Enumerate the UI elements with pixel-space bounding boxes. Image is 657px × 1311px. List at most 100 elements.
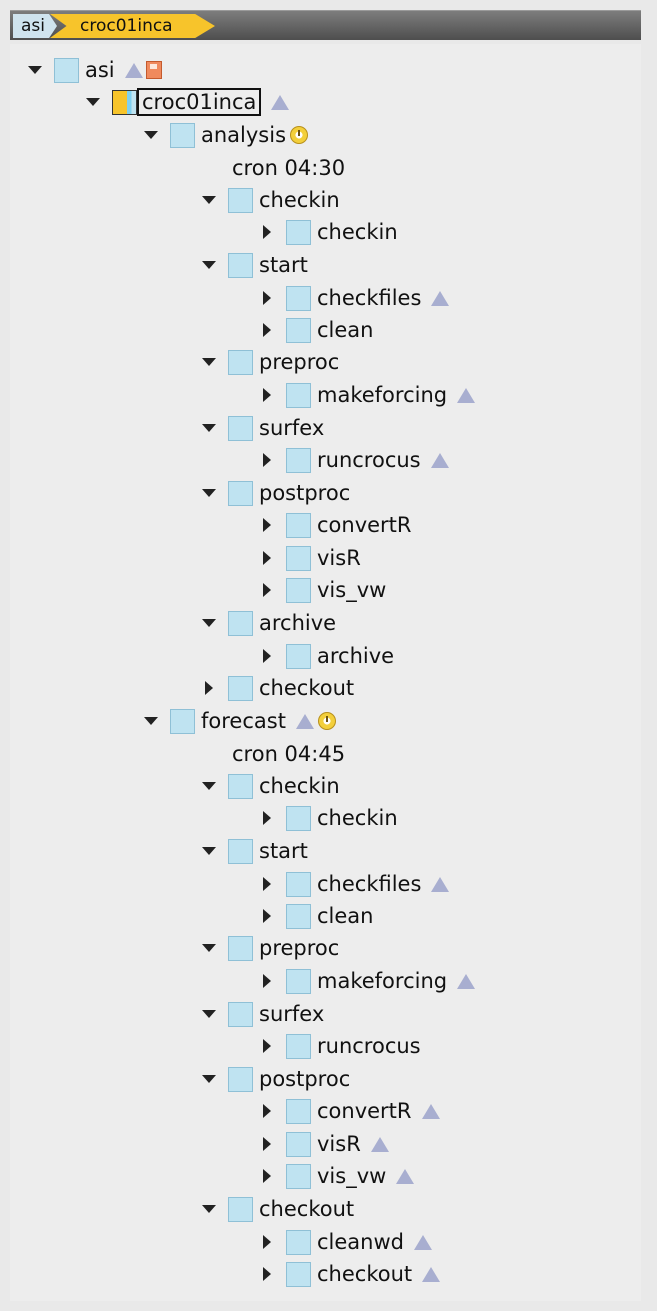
tree-node-preproc[interactable]: preproc: [198, 348, 339, 376]
tree-node-convertR[interactable]: convertR: [256, 1097, 440, 1125]
status-box-icon: [228, 838, 253, 864]
collapse-icon[interactable]: [256, 287, 278, 309]
tree-node-makeforcing[interactable]: makeforcing: [256, 967, 476, 995]
tree-node-clean[interactable]: clean: [256, 902, 373, 930]
status-box-icon: [286, 382, 311, 408]
expand-icon[interactable]: [198, 1003, 220, 1025]
up-arrow-icon: [422, 1266, 441, 1282]
tree-node-vis-vw[interactable]: vis_vw: [256, 576, 386, 604]
tree-node-postproc[interactable]: postproc: [198, 1065, 350, 1093]
tree-node-runcrocus[interactable]: runcrocus: [256, 446, 449, 474]
tree-node-start[interactable]: start: [198, 251, 308, 279]
collapse-icon[interactable]: [256, 221, 278, 243]
status-box-icon: [286, 317, 311, 343]
collapse-icon[interactable]: [256, 1231, 278, 1253]
collapse-icon[interactable]: [256, 645, 278, 667]
collapse-icon[interactable]: [256, 547, 278, 569]
breadcrumb-item-asi[interactable]: asi: [13, 14, 57, 38]
node-label: start: [259, 253, 308, 277]
status-box-icon: [112, 89, 137, 115]
status-box-icon: [286, 1033, 311, 1059]
tree-node-surfex[interactable]: surfex: [198, 1000, 324, 1028]
tree-node-checkout-task[interactable]: checkout: [256, 1260, 441, 1288]
save-icon: [145, 61, 162, 79]
tree-node-postproc[interactable]: postproc: [198, 479, 350, 507]
clock-icon: [290, 126, 309, 144]
tree-node-checkfiles[interactable]: checkfiles: [256, 870, 450, 898]
collapse-icon[interactable]: [256, 514, 278, 536]
node-label: surfex: [259, 1002, 325, 1026]
up-arrow-icon: [124, 62, 143, 78]
tree-node-checkout[interactable]: checkout: [198, 674, 354, 702]
tree-node-analysis[interactable]: analysis: [140, 121, 309, 149]
expand-icon[interactable]: [198, 775, 220, 797]
tree-node-start[interactable]: start: [198, 837, 308, 865]
tree-node-checkin-task[interactable]: checkin: [256, 218, 398, 246]
node-label-selected: croc01inca: [137, 88, 262, 116]
node-label: cleanwd: [317, 1230, 404, 1254]
tree-node-checkin[interactable]: checkin: [198, 772, 340, 800]
expand-icon[interactable]: [198, 254, 220, 276]
collapse-icon[interactable]: [256, 807, 278, 829]
up-arrow-icon: [431, 876, 450, 892]
tree-node-surfex[interactable]: surfex: [198, 414, 324, 442]
expand-icon[interactable]: [198, 482, 220, 504]
status-box-icon: [228, 1066, 253, 1092]
tree-node-archive[interactable]: archive: [198, 609, 336, 637]
tree-node-visR[interactable]: visR: [256, 544, 361, 572]
expand-icon[interactable]: [198, 1068, 220, 1090]
expand-icon[interactable]: [198, 189, 220, 211]
node-label: checkfiles: [317, 286, 422, 310]
collapse-icon[interactable]: [256, 1263, 278, 1285]
expand-icon[interactable]: [198, 840, 220, 862]
tree-node-convertR[interactable]: convertR: [256, 511, 412, 539]
collapse-icon[interactable]: [256, 449, 278, 471]
clock-icon: [317, 712, 336, 730]
collapse-icon[interactable]: [198, 677, 220, 699]
collapse-icon[interactable]: [256, 1035, 278, 1057]
tree-node-checkin[interactable]: checkin: [198, 186, 340, 214]
expand-icon[interactable]: [198, 417, 220, 439]
tree-node-forecast[interactable]: forecast: [140, 707, 336, 735]
node-label: makeforcing: [317, 969, 448, 993]
collapse-icon[interactable]: [256, 1165, 278, 1187]
tree-node-croc01inca[interactable]: croc01inca: [82, 88, 290, 116]
tree-node-visR[interactable]: visR: [256, 1130, 389, 1158]
node-label: archive: [259, 611, 337, 635]
expand-icon[interactable]: [198, 351, 220, 373]
collapse-icon[interactable]: [256, 319, 278, 341]
collapse-icon[interactable]: [256, 1100, 278, 1122]
collapse-icon[interactable]: [256, 579, 278, 601]
tree-node-clean[interactable]: clean: [256, 316, 373, 344]
breadcrumb-item-croc01inca[interactable]: croc01inca: [50, 14, 215, 38]
up-arrow-icon: [370, 1136, 389, 1152]
collapse-icon[interactable]: [256, 873, 278, 895]
tree-node-checkin-task[interactable]: checkin: [256, 804, 398, 832]
tree-node-makeforcing[interactable]: makeforcing: [256, 381, 476, 409]
tree-node-checkfiles[interactable]: checkfiles: [256, 284, 450, 312]
expand-icon[interactable]: [24, 59, 46, 81]
collapse-icon[interactable]: [256, 970, 278, 992]
tree-node-preproc[interactable]: preproc: [198, 934, 339, 962]
tree-node-runcrocus[interactable]: runcrocus: [256, 1032, 421, 1060]
up-arrow-icon: [413, 1234, 432, 1250]
expand-icon[interactable]: [82, 91, 104, 113]
collapse-icon[interactable]: [256, 384, 278, 406]
tree-node-cleanwd[interactable]: cleanwd: [256, 1228, 432, 1256]
status-box-icon: [286, 1261, 311, 1287]
expand-icon[interactable]: [198, 612, 220, 634]
expand-icon[interactable]: [198, 937, 220, 959]
tree-node-vis-vw[interactable]: vis_vw: [256, 1162, 415, 1190]
tree-node-checkout[interactable]: checkout: [198, 1195, 354, 1223]
tree-node-asi[interactable]: asi: [24, 56, 162, 84]
collapse-icon[interactable]: [256, 905, 278, 927]
node-label: checkin: [259, 188, 340, 212]
collapse-icon[interactable]: [256, 1133, 278, 1155]
expand-icon[interactable]: [140, 124, 162, 146]
expand-icon[interactable]: [198, 1198, 220, 1220]
node-label: visR: [317, 1132, 361, 1156]
expand-icon[interactable]: [140, 710, 162, 732]
cron-label: cron 04:30: [232, 156, 346, 180]
tree-node-archive-task[interactable]: archive: [256, 642, 394, 670]
status-box-icon: [286, 1131, 311, 1157]
